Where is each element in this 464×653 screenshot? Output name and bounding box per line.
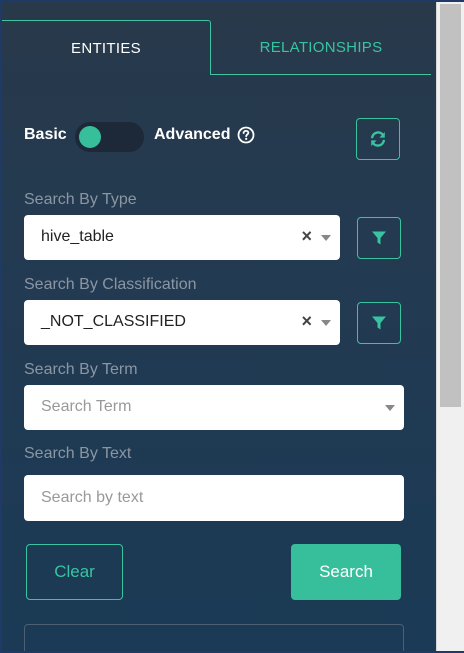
type-chevron-down-icon: [321, 235, 331, 241]
type-select[interactable]: hive_table ×: [24, 215, 340, 260]
search-text-input[interactable]: [24, 475, 404, 521]
classification-clear-icon[interactable]: ×: [301, 311, 312, 332]
search-by-type-label: Search By Type: [24, 191, 137, 208]
type-select-value: hive_table: [41, 228, 114, 245]
filter-icon: [372, 316, 386, 330]
refresh-button[interactable]: [356, 118, 400, 160]
search-panel-window: ENTITIES RELATIONSHIPS Basic Advanced Se…: [0, 0, 464, 653]
search-button[interactable]: Search: [291, 544, 401, 600]
filter-icon: [372, 231, 386, 245]
clear-button[interactable]: Clear: [26, 544, 123, 600]
classification-filter-button[interactable]: [357, 302, 401, 344]
search-by-classification-label: Search By Classification: [24, 276, 197, 293]
search-by-text-label: Search By Text: [24, 445, 132, 462]
tab-entities[interactable]: ENTITIES: [2, 20, 211, 75]
results-panel: [24, 624, 404, 651]
term-select-placeholder: Search Term: [41, 398, 132, 415]
basic-mode-label: Basic: [24, 126, 67, 143]
term-select[interactable]: Search Term: [24, 385, 404, 430]
tab-relationships[interactable]: RELATIONSHIPS: [211, 20, 431, 75]
classification-select-value: _NOT_CLASSIFIED: [41, 313, 186, 330]
search-panel: ENTITIES RELATIONSHIPS Basic Advanced Se…: [2, 2, 436, 651]
classification-chevron-down-icon: [321, 320, 331, 326]
type-filter-button[interactable]: [357, 217, 401, 259]
toggle-knob: [79, 126, 101, 148]
refresh-icon: [371, 131, 385, 147]
scrollbar-thumb[interactable]: [440, 4, 461, 407]
question-circle-icon[interactable]: [237, 126, 255, 144]
term-chevron-down-icon: [385, 405, 395, 411]
basic-advanced-toggle[interactable]: [75, 122, 144, 152]
advanced-mode-label: Advanced: [154, 126, 231, 143]
search-by-term-label: Search By Term: [24, 361, 138, 378]
vertical-scrollbar[interactable]: [436, 2, 464, 651]
type-clear-icon[interactable]: ×: [301, 226, 312, 247]
classification-select[interactable]: _NOT_CLASSIFIED ×: [24, 300, 340, 345]
